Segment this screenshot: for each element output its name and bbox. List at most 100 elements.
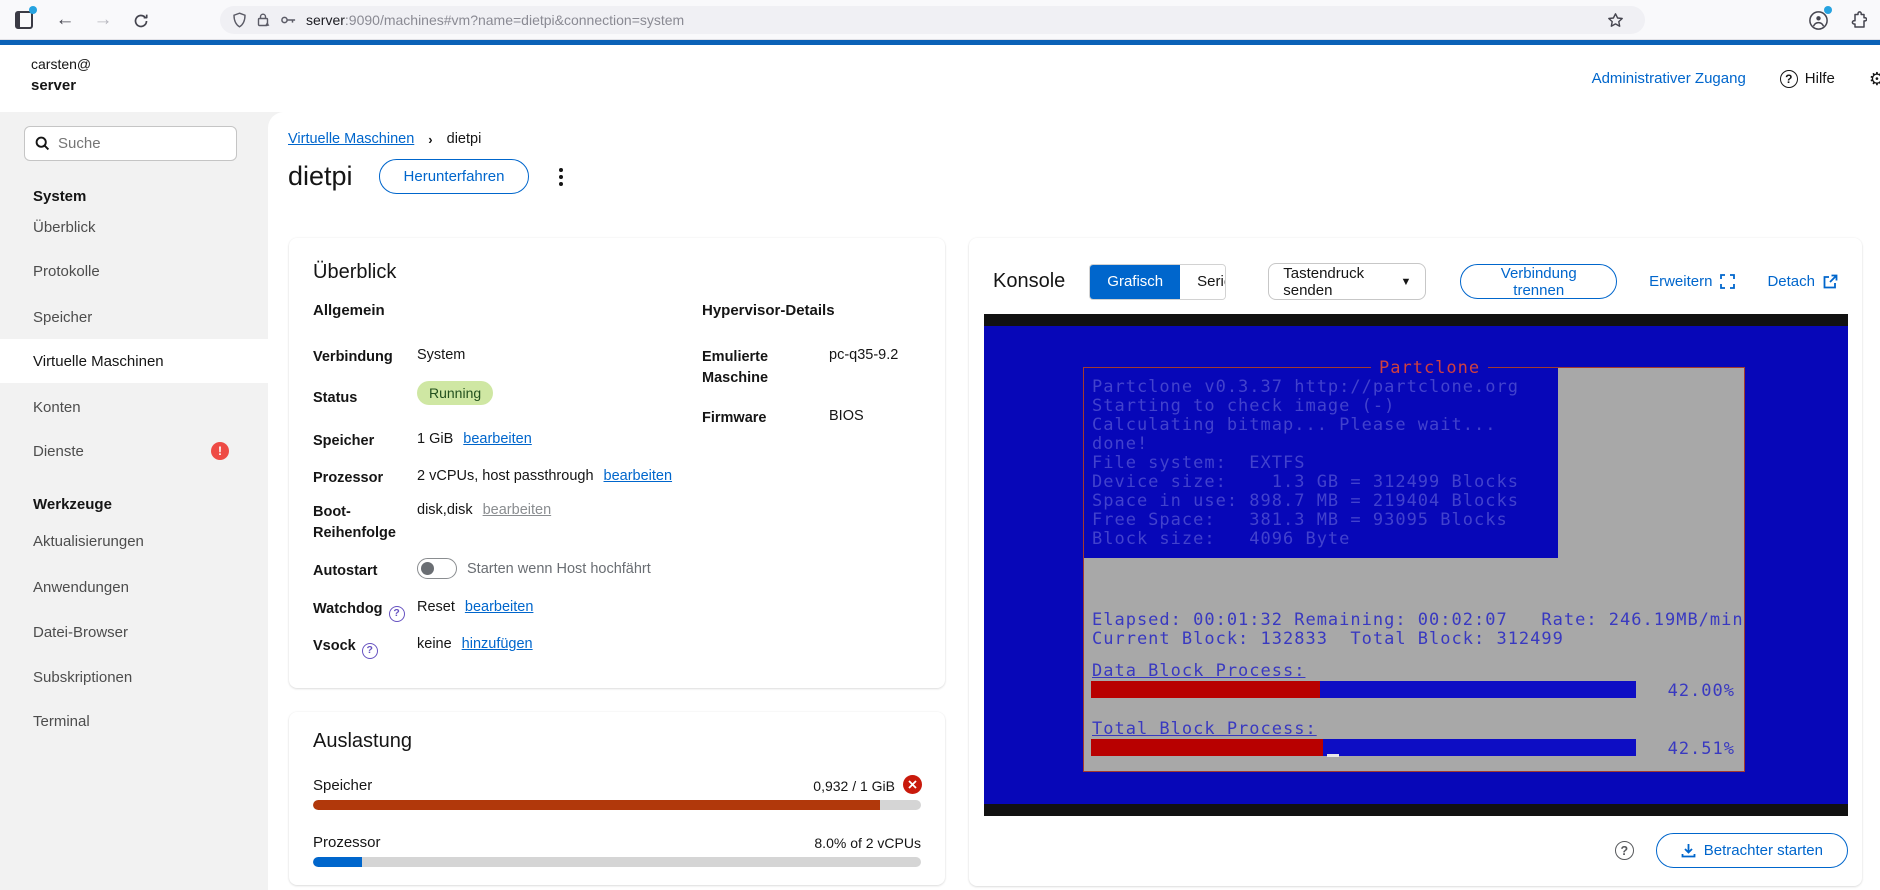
sidebar-item-datei-browser[interactable]: Datei-Browser	[0, 610, 268, 654]
overview-card: Überblick Allgemein Verbindung System St…	[289, 238, 945, 688]
total-block-progressbar	[1091, 739, 1636, 756]
sidebar-header-werkzeuge: Werkzeuge	[33, 496, 112, 513]
memory-edit-link[interactable]: bearbeiten	[463, 431, 532, 447]
console-tab-serial[interactable]: Seriell	[1180, 265, 1226, 299]
main-panel: Virtuelle Maschinen › dietpi dietpi Heru…	[268, 112, 1880, 890]
send-key-label: Tastendruck senden	[1283, 265, 1388, 299]
sidebar-item-anwendungen[interactable]: Anwendungen	[0, 565, 268, 609]
terminal-line: done!	[1092, 435, 1148, 454]
disconnect-button[interactable]: Verbindung trennen	[1460, 264, 1617, 299]
watchdog-help-icon[interactable]: ?	[389, 606, 405, 622]
usage-card: Auslastung Speicher 0,932 / 1 GiB Prozes…	[289, 712, 945, 885]
vsock-help-icon[interactable]: ?	[362, 643, 378, 659]
expand-label: Erweitern	[1649, 273, 1712, 290]
search-icon	[35, 136, 50, 151]
cpu-edit-link[interactable]: bearbeiten	[604, 468, 673, 484]
account-icon[interactable]	[1806, 8, 1830, 32]
usage-card-title: Auslastung	[313, 730, 412, 753]
sidebar-item-speicher[interactable]: Speicher	[0, 295, 268, 339]
memory-value: 1 GiB	[417, 431, 453, 447]
terminal-current-block-line: Current Block: 132833 Total Block: 31249…	[1092, 630, 1564, 649]
memory-progressbar	[313, 800, 921, 810]
memory-label: Speicher	[313, 431, 433, 452]
cpu-progressbar	[313, 857, 921, 867]
viewer-help-icon[interactable]: ?	[1615, 841, 1634, 860]
autostart-toggle[interactable]	[417, 558, 457, 579]
shield-icon[interactable]	[232, 12, 247, 28]
sidebar-item-virtuelle-maschinen[interactable]: Virtuelle Maschinen	[0, 339, 268, 383]
total-block-process-label: Total Block Process:	[1092, 720, 1317, 739]
console-card: Konsole Grafisch Seriell Tastendruck sen…	[969, 238, 1862, 886]
reload-icon[interactable]	[128, 8, 154, 34]
watchdog-label: Watchdog?	[313, 599, 433, 622]
sidebar-item-dienste-label: Dienste	[33, 443, 84, 460]
extensions-puzzle-icon[interactable]	[1846, 9, 1868, 31]
send-key-dropdown[interactable]: Tastendruck senden ▼	[1268, 263, 1426, 300]
viewer-row: ? Betrachter starten	[1615, 833, 1848, 868]
watchdog-edit-link[interactable]: bearbeiten	[465, 599, 534, 615]
session-menu[interactable]: ⚙ Sitzung	[1869, 70, 1880, 88]
download-icon	[1681, 843, 1696, 858]
terminal-line: Starting to check image (-)	[1092, 397, 1395, 416]
back-icon[interactable]: ←	[52, 7, 78, 33]
expand-link[interactable]: Erweitern	[1649, 273, 1735, 290]
masthead: carsten@ server Administrativer Zugang ?…	[0, 40, 1880, 112]
launch-viewer-label: Betrachter starten	[1704, 842, 1823, 859]
vsock-value: keine	[417, 636, 452, 652]
boot-order-edit-link[interactable]: bearbeiten	[483, 502, 552, 518]
url-bar[interactable]: server:9090/machines#vm?name=dietpi&conn…	[220, 6, 1645, 34]
autostart-label: Autostart	[313, 561, 433, 582]
console-card-title: Konsole	[993, 270, 1065, 293]
lock-warning-icon[interactable]	[256, 12, 271, 28]
vsock-label: Vsock?	[313, 636, 433, 659]
console-header: Konsole Grafisch Seriell Tastendruck sen…	[993, 263, 1838, 300]
url-text: server:9090/machines#vm?name=dietpi&conn…	[306, 12, 1607, 28]
vsock-add-link[interactable]: hinzufügen	[462, 636, 533, 652]
terminal-elapsed-line: Elapsed: 00:01:32 Remaining: 00:02:07 Ra…	[1092, 611, 1744, 630]
admin-access-link[interactable]: Administrativer Zugang	[1592, 70, 1746, 87]
detach-link[interactable]: Detach	[1767, 273, 1838, 290]
boot-order-label: Boot-Reihenfolge	[313, 502, 423, 544]
dienste-alert-badge: !	[211, 442, 229, 460]
firefox-view-icon[interactable]	[12, 8, 36, 32]
sidebar-item-subskriptionen[interactable]: Subskriptionen	[0, 655, 268, 699]
terminal-line: Calculating bitmap... Please wait...	[1092, 416, 1496, 435]
sidebar-item-dienste[interactable]: Dienste !	[0, 429, 268, 473]
bookmark-star-icon[interactable]	[1607, 12, 1624, 29]
terminal-line: File system: EXTFS	[1092, 454, 1305, 473]
help-menu[interactable]: ? Hilfe	[1780, 70, 1835, 88]
firmware-label: Firmware	[702, 408, 812, 429]
vnc-canvas[interactable]: Partclone Partclone v0.3.37 http://partc…	[984, 314, 1848, 816]
host-name: server	[31, 77, 91, 94]
launch-viewer-button[interactable]: Betrachter starten	[1656, 833, 1848, 868]
usage-memory-label: Speicher	[313, 777, 372, 794]
sidebar-item-protokolle[interactable]: Protokolle	[0, 249, 268, 293]
status-label: Status	[313, 388, 433, 409]
search-input[interactable]	[58, 135, 208, 152]
forward-icon[interactable]: →	[90, 7, 116, 33]
help-question-icon: ?	[1780, 70, 1798, 88]
detach-label: Detach	[1767, 273, 1815, 290]
autostart-toggle-label: Starten wenn Host hochfährt	[467, 561, 651, 577]
sidebar-search[interactable]	[24, 126, 237, 161]
kebab-menu-icon[interactable]	[555, 164, 567, 190]
sidebar-item-aktualisierungen[interactable]: Aktualisierungen	[0, 519, 268, 563]
sidebar-item-ueberblick[interactable]: Überblick	[0, 205, 268, 249]
terminal-line: Block size: 4096 Byte	[1092, 530, 1350, 549]
usage-cpu-label: Prozessor	[313, 834, 381, 851]
partclone-dialog-title: Partclone	[1371, 358, 1488, 378]
overview-card-title: Überblick	[313, 261, 396, 284]
browser-toolbar: ← → server:9090/machines#vm?name=dietpi&…	[0, 0, 1880, 40]
sidebar-item-terminal[interactable]: Terminal	[0, 699, 268, 743]
breadcrumb-vms-link[interactable]: Virtuelle Maschinen	[288, 131, 414, 147]
shutdown-button[interactable]: Herunterfahren	[379, 159, 530, 194]
usage-cpu-value: 8.0% of 2 vCPUs	[814, 835, 921, 851]
key-icon[interactable]	[280, 13, 297, 27]
console-type-toggle: Grafisch Seriell	[1089, 264, 1226, 300]
memory-critical-icon	[903, 775, 922, 794]
gear-icon: ⚙	[1869, 70, 1880, 88]
sidebar-item-konten[interactable]: Konten	[0, 385, 268, 429]
machine-label: Emulierte Maschine	[702, 347, 812, 389]
console-tab-graphical[interactable]: Grafisch	[1090, 265, 1180, 299]
logged-in-user: carsten@	[31, 56, 91, 72]
